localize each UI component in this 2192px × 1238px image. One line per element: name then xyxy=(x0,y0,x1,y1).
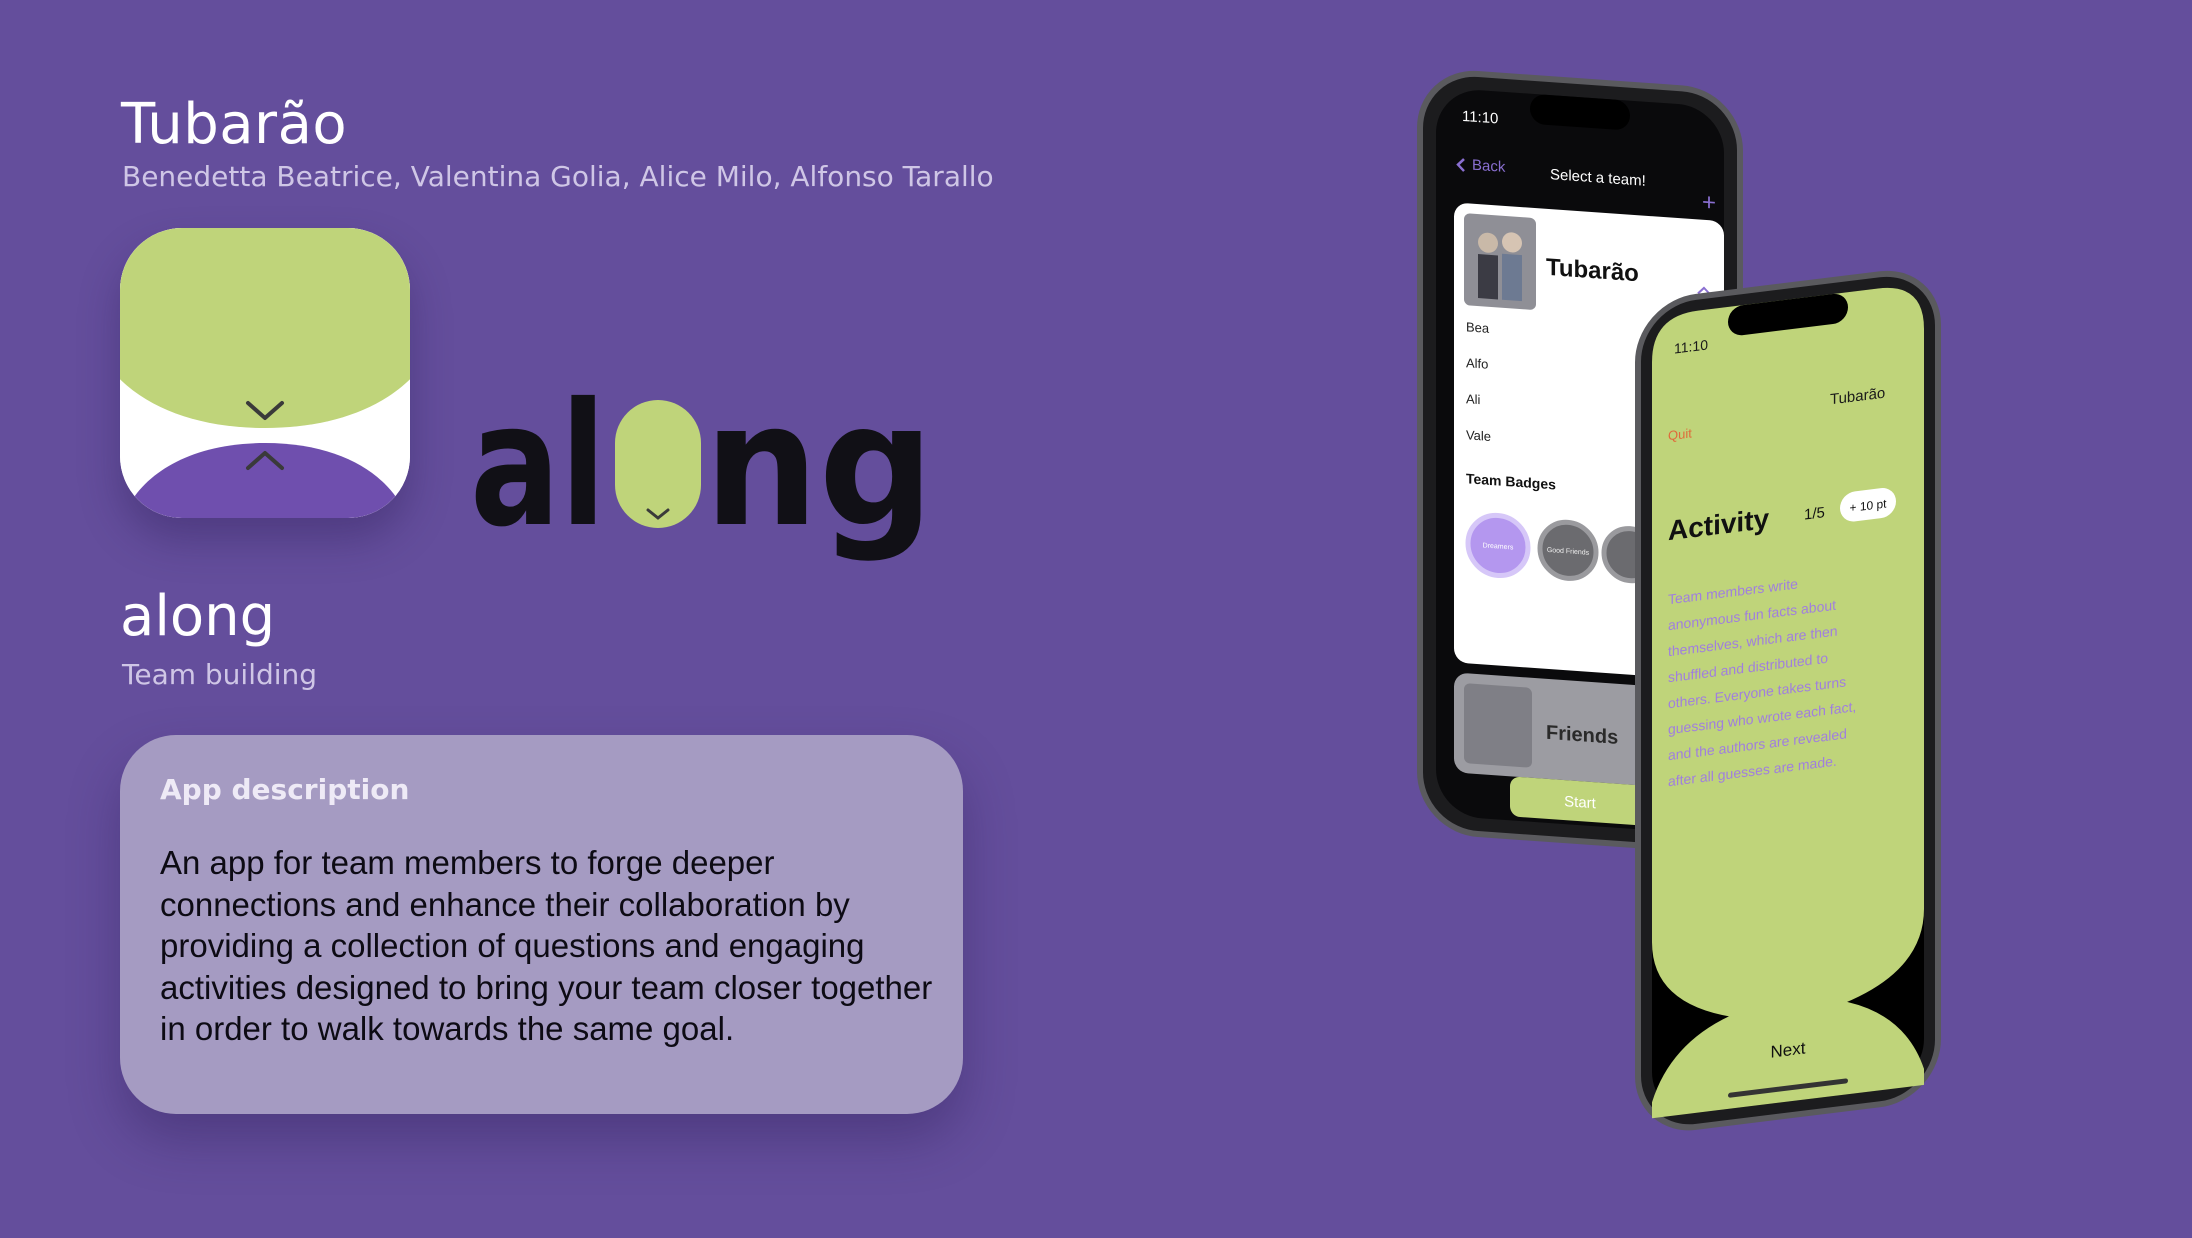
wordmark-pill xyxy=(615,400,701,528)
member-item: Vale xyxy=(1466,427,1491,444)
quit-button[interactable]: Quit xyxy=(1668,425,1692,443)
svg-text:Start: Start xyxy=(1564,793,1596,812)
phone-mockups: 11:10 Back Select a team! + Tubarão Bea … xyxy=(1400,60,1960,1170)
app-name: along xyxy=(120,584,276,649)
member-item: Alfo xyxy=(1466,355,1488,372)
add-team-button[interactable]: + xyxy=(1702,189,1716,217)
back-phone-time: 11:10 xyxy=(1462,108,1498,128)
description-heading: App description xyxy=(160,773,410,806)
app-icon xyxy=(120,228,410,518)
wordmark-left: al xyxy=(470,392,606,562)
description-body: An app for team members to forge deeper … xyxy=(160,844,933,1047)
wordmark-logo: al ng xyxy=(470,367,940,565)
front-phone: 11:10 Tubarão Quit Activity 1/5 + 10 pt … xyxy=(1635,270,1941,1131)
description-card: App description An app for team members … xyxy=(120,735,963,1114)
authors-list: Benedetta Beatrice, Valentina Golia, Ali… xyxy=(122,160,994,193)
activity-progress: 1/5 xyxy=(1804,504,1825,523)
member-item: Bea xyxy=(1466,319,1490,336)
member-item: Ali xyxy=(1466,391,1481,407)
back-button[interactable]: Back xyxy=(1472,157,1506,176)
wordmark-right: ng xyxy=(704,392,934,562)
app-category: Team building xyxy=(122,658,318,691)
team-title: Tubarão xyxy=(121,92,348,157)
